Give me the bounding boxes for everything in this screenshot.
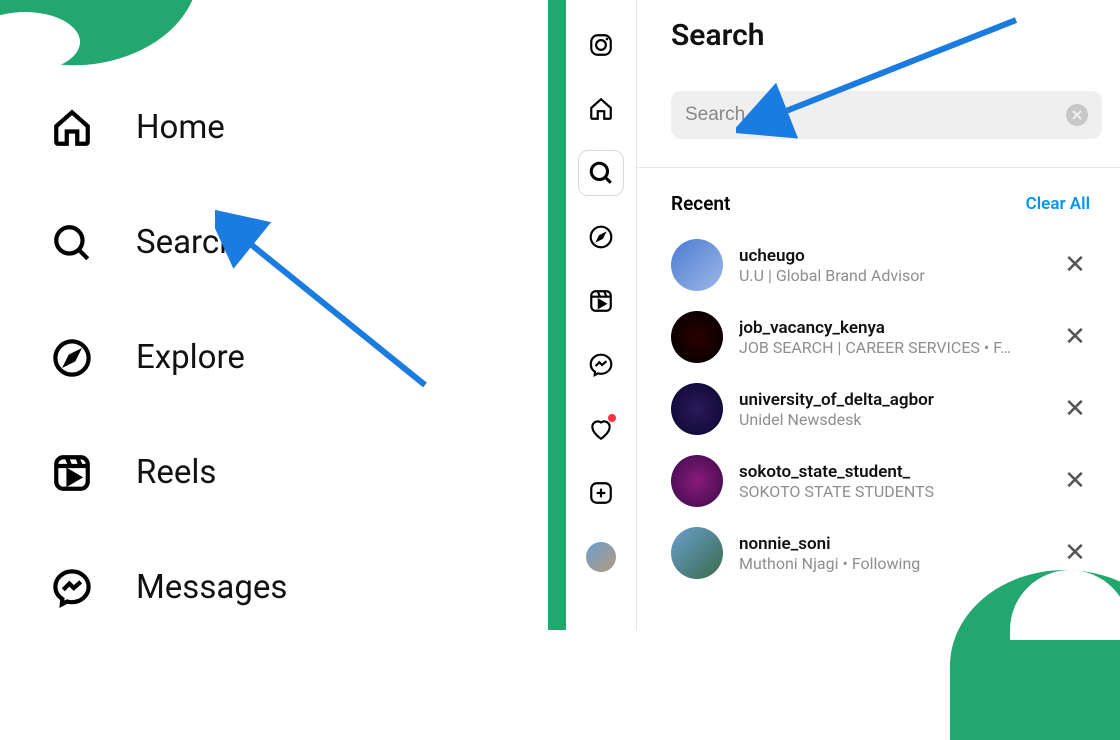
rail-notifications[interactable] <box>578 406 624 452</box>
notification-dot <box>608 414 616 422</box>
remove-result-button[interactable]: ✕ <box>1060 322 1090 352</box>
nav-item-explore[interactable]: Explore <box>50 300 548 415</box>
search-result-item[interactable]: job_vacancy_kenya JOB SEARCH | CAREER SE… <box>671 301 1102 373</box>
remove-result-button[interactable]: ✕ <box>1060 394 1090 424</box>
rail-home[interactable] <box>578 86 624 132</box>
result-username: ucheugo <box>739 246 1044 266</box>
clear-input-button[interactable] <box>1066 104 1088 126</box>
right-panel: Search Recent Clear All ucheugo U.U | Gl… <box>566 0 1120 630</box>
reels-icon <box>50 451 94 495</box>
search-result-item[interactable]: sokoto_state_student_ SOKOTO STATE STUDE… <box>671 445 1102 517</box>
nav-item-reels[interactable]: Reels <box>50 415 548 530</box>
avatar <box>671 239 723 291</box>
search-results-list: ucheugo U.U | Global Brand Advisor ✕ job… <box>671 229 1102 589</box>
avatar <box>671 383 723 435</box>
result-username: job_vacancy_kenya <box>739 318 1044 338</box>
avatar <box>671 455 723 507</box>
result-subtitle: U.U | Global Brand Advisor <box>739 266 1044 285</box>
rail-search[interactable] <box>578 150 624 196</box>
rail-reels[interactable] <box>578 278 624 324</box>
search-icon <box>50 221 94 265</box>
nav-label: Messages <box>136 568 287 607</box>
result-subtitle: JOB SEARCH | CAREER SERVICES • F… <box>739 338 1044 357</box>
panel-divider <box>548 0 566 630</box>
remove-result-button[interactable]: ✕ <box>1060 538 1090 568</box>
search-pane: Search Recent Clear All ucheugo U.U | Gl… <box>636 0 1120 630</box>
search-input[interactable] <box>685 104 1066 126</box>
avatar <box>671 527 723 579</box>
nav-item-home[interactable]: Home <box>50 70 548 185</box>
home-icon <box>50 106 94 150</box>
search-result-item[interactable]: ucheugo U.U | Global Brand Advisor ✕ <box>671 229 1102 301</box>
rail-instagram-logo[interactable] <box>578 22 624 68</box>
nav-rail <box>566 0 636 630</box>
compass-icon <box>50 336 94 380</box>
search-result-item[interactable]: university_of_delta_agbor Unidel Newsdes… <box>671 373 1102 445</box>
remove-result-button[interactable]: ✕ <box>1060 466 1090 496</box>
rail-explore[interactable] <box>578 214 624 260</box>
nav-label: Reels <box>136 453 216 492</box>
left-nav-panel: Home Search Explore Reels Messages <box>0 0 548 630</box>
result-subtitle: SOKOTO STATE STUDENTS <box>739 482 1044 501</box>
nav-item-messages[interactable]: Messages <box>50 530 548 645</box>
avatar <box>671 311 723 363</box>
messenger-icon <box>50 566 94 610</box>
remove-result-button[interactable]: ✕ <box>1060 250 1090 280</box>
rail-messages[interactable] <box>578 342 624 388</box>
result-subtitle: Muthoni Njagi • Following <box>739 554 1044 573</box>
nav-item-search[interactable]: Search <box>50 185 548 300</box>
recent-heading: Recent <box>671 192 730 215</box>
nav-label: Search <box>136 223 237 262</box>
result-username: university_of_delta_agbor <box>739 390 1044 410</box>
nav-label: Home <box>136 108 225 147</box>
search-title: Search <box>671 18 1102 53</box>
rail-create[interactable] <box>578 470 624 516</box>
clear-all-button[interactable]: Clear All <box>1026 194 1090 214</box>
rail-profile[interactable] <box>578 534 624 580</box>
result-username: nonnie_soni <box>739 534 1044 554</box>
result-subtitle: Unidel Newsdesk <box>739 410 1044 429</box>
result-username: sokoto_state_student_ <box>739 462 1044 482</box>
avatar-icon <box>586 542 616 572</box>
search-field[interactable] <box>671 91 1102 139</box>
nav-label: Explore <box>136 338 245 377</box>
